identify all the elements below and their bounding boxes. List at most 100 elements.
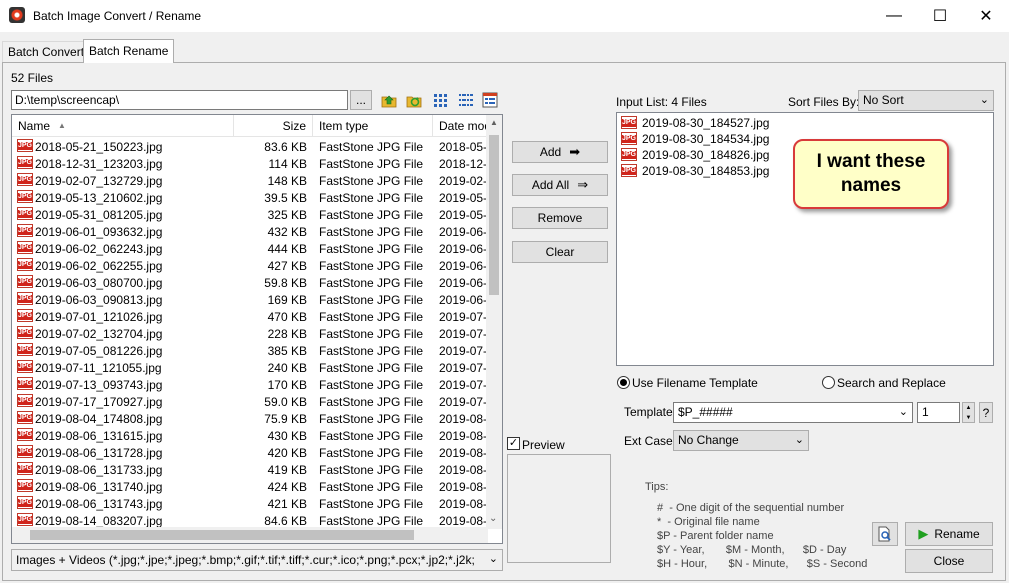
file-size: 228 KB xyxy=(267,327,307,341)
file-row[interactable]: 2019-06-03_080700.jpg 59.8 KB FastStone JP… xyxy=(12,275,488,292)
jpg-file-icon xyxy=(17,394,33,407)
scroll-up-icon[interactable]: ▲ xyxy=(490,118,498,127)
file-size: 424 KB xyxy=(267,480,307,494)
file-size: 59.8 KB xyxy=(264,276,307,290)
chevron-down-icon: ⌄ xyxy=(979,94,989,106)
file-date: 2019-05- xyxy=(439,208,488,222)
vertical-scroll-thumb[interactable] xyxy=(489,135,499,295)
file-row[interactable]: 2019-08-06_131740.jpg 424 KB FastStone JPG… xyxy=(12,479,488,496)
file-type-filter-select[interactable]: Images + Videos (*.jpg;*.jpe;*.jpeg;*.bm… xyxy=(11,549,503,571)
file-row[interactable]: 2019-06-03_090813.jpg 169 KB FastStone JPG… xyxy=(12,292,488,309)
file-name: 2019-08-06_131743.jpg xyxy=(35,497,163,511)
file-row[interactable]: 2019-07-11_121055.jpg 240 KB FastStone JPG… xyxy=(12,360,488,377)
file-list-horizontal-scrollbar[interactable] xyxy=(12,527,488,543)
close-button[interactable]: Close xyxy=(905,549,993,573)
scroll-down-icon[interactable]: ⌄ xyxy=(489,513,497,524)
thumbnail-view-icon[interactable] xyxy=(433,92,449,108)
file-name: 2019-05-31_081205.jpg xyxy=(35,208,163,222)
folder-up-icon[interactable] xyxy=(381,92,397,108)
file-row[interactable]: 2019-08-04_174808.jpg 75.9 KB FastStone JP… xyxy=(12,411,488,428)
template-combobox[interactable]: $P_##### ⌄ xyxy=(673,402,913,423)
details-view-icon[interactable] xyxy=(482,92,498,108)
file-size: 444 KB xyxy=(267,242,307,256)
horizontal-scroll-thumb[interactable] xyxy=(30,530,414,540)
column-size[interactable]: Size xyxy=(234,115,313,137)
file-name: 2018-12-31_123203.jpg xyxy=(35,157,163,171)
rename-button[interactable]: ▶ Rename xyxy=(905,522,993,546)
column-name[interactable]: Name ▲ xyxy=(12,115,234,137)
file-row[interactable]: 2019-08-06_131733.jpg 419 KB FastStone JPG… xyxy=(12,462,488,479)
use-template-label: Use Filename Template xyxy=(632,376,758,390)
jpg-file-icon xyxy=(17,139,33,152)
file-size: 420 KB xyxy=(267,446,307,460)
tab-batch-convert[interactable]: Batch Convert xyxy=(2,41,91,62)
column-item-type[interactable]: Item type xyxy=(313,115,433,137)
start-number-spinner[interactable]: ▲ ▼ xyxy=(962,402,975,423)
file-name: 2019-06-02_062255.jpg xyxy=(35,259,163,273)
file-date: 2019-07- xyxy=(439,395,488,409)
file-date: 2019-08- xyxy=(439,480,488,494)
file-size: 148 KB xyxy=(267,174,307,188)
file-date: 2019-07- xyxy=(439,344,488,358)
file-name: 2019-06-01_093632.jpg xyxy=(35,225,163,239)
file-row[interactable]: 2019-08-06_131615.jpg 430 KB FastStone JPG… xyxy=(12,428,488,445)
preview-rename-button[interactable] xyxy=(872,522,898,546)
file-row[interactable]: 2019-06-02_062243.jpg 444 KB FastStone JPG… xyxy=(12,241,488,258)
close-window-button[interactable]: ✕ xyxy=(963,0,1009,32)
file-date: 2019-08- xyxy=(439,463,488,477)
list-view-icon[interactable] xyxy=(458,92,474,108)
minimize-button[interactable]: — xyxy=(871,0,917,32)
file-size: 114 KB xyxy=(268,157,307,171)
add-all-button-label: Add All xyxy=(531,178,570,192)
file-list-vertical-scrollbar[interactable]: ▲ ⌄ xyxy=(486,115,502,529)
file-row[interactable]: 2019-08-06_131743.jpg 421 KB FastStone JPG… xyxy=(12,496,488,513)
search-replace-radio[interactable] xyxy=(822,376,835,389)
file-row[interactable]: 2019-07-17_170927.jpg 59.0 KB FastStone JP… xyxy=(12,394,488,411)
ext-case-select[interactable]: No Change ⌄ xyxy=(673,430,809,451)
play-icon: ▶ xyxy=(918,526,929,541)
file-row[interactable]: 2019-02-07_132729.jpg 148 KB FastStone JPG… xyxy=(12,173,488,190)
remove-button[interactable]: Remove xyxy=(512,207,608,229)
file-row[interactable]: 2018-12-31_123203.jpg 114 KB FastStone JPG… xyxy=(12,156,488,173)
file-row[interactable]: 2019-08-06_131728.jpg 420 KB FastStone JPG… xyxy=(12,445,488,462)
file-row[interactable]: 2019-07-02_132704.jpg 228 KB FastStone JPG… xyxy=(12,326,488,343)
file-row[interactable]: 2019-06-02_062255.jpg 427 KB FastStone JPG… xyxy=(12,258,488,275)
browse-button[interactable]: ... xyxy=(350,90,372,110)
file-row[interactable]: 2019-06-01_093632.jpg 432 KB FastStone JPG… xyxy=(12,224,488,241)
file-row[interactable]: 2019-07-13_093743.jpg 170 KB FastStone JPG… xyxy=(12,377,488,394)
input-file-name: 2019-08-30_184527.jpg xyxy=(642,116,770,130)
spin-up-icon[interactable]: ▲ xyxy=(963,403,974,413)
preview-checkbox[interactable]: ✓ xyxy=(507,437,520,450)
file-list[interactable]: Name ▲ Size Item type Date mod 2018-05-2… xyxy=(11,114,503,544)
tip-line-5: $H - Hour, $N - Minute, $S - Second xyxy=(657,558,868,570)
spin-down-icon[interactable]: ▼ xyxy=(963,413,974,423)
use-template-radio[interactable] xyxy=(617,376,630,389)
file-row[interactable]: 2019-07-05_081226.jpg 385 KB FastStone JPG… xyxy=(12,343,488,360)
add-button[interactable]: Add ➡ xyxy=(512,141,608,163)
preview-label: Preview xyxy=(522,438,565,452)
folder-refresh-icon[interactable] xyxy=(406,92,422,108)
file-name: 2019-07-01_121026.jpg xyxy=(35,310,163,324)
file-date: 2019-06- xyxy=(439,259,488,273)
file-row[interactable]: 2018-05-21_150223.jpg 83.6 KB FastStone JP… xyxy=(12,139,488,156)
folder-path-input[interactable]: D:\temp\screencap\ xyxy=(11,90,348,110)
file-row[interactable]: 2019-05-13_210602.jpg 39.5 KB FastStone JP… xyxy=(12,190,488,207)
sort-files-select[interactable]: No Sort ⌄ xyxy=(858,90,994,111)
sort-files-value: No Sort xyxy=(863,93,904,107)
app-icon xyxy=(9,7,25,23)
file-date: 2019-08- xyxy=(439,497,488,511)
maximize-button[interactable]: ☐ xyxy=(917,0,963,32)
file-row[interactable]: 2019-07-01_121026.jpg 470 KB FastStone JPG… xyxy=(12,309,488,326)
search-replace-label: Search and Replace xyxy=(837,376,946,390)
tab-batch-rename[interactable]: Batch Rename xyxy=(83,39,175,63)
template-help-button[interactable]: ? xyxy=(979,402,993,423)
column-date-modified[interactable]: Date mod xyxy=(433,115,493,137)
file-size: 470 KB xyxy=(267,310,307,324)
start-number-input[interactable]: 1 xyxy=(917,402,960,423)
file-type: FastStone JPG File xyxy=(319,361,424,375)
add-all-button[interactable]: Add All ⇒ xyxy=(512,174,608,196)
jpg-file-icon xyxy=(17,207,33,220)
file-row[interactable]: 2019-05-31_081205.jpg 325 KB FastStone JPG… xyxy=(12,207,488,224)
clear-button[interactable]: Clear xyxy=(512,241,608,263)
input-file-row[interactable]: 2019-08-30_184527.jpg xyxy=(617,115,993,131)
